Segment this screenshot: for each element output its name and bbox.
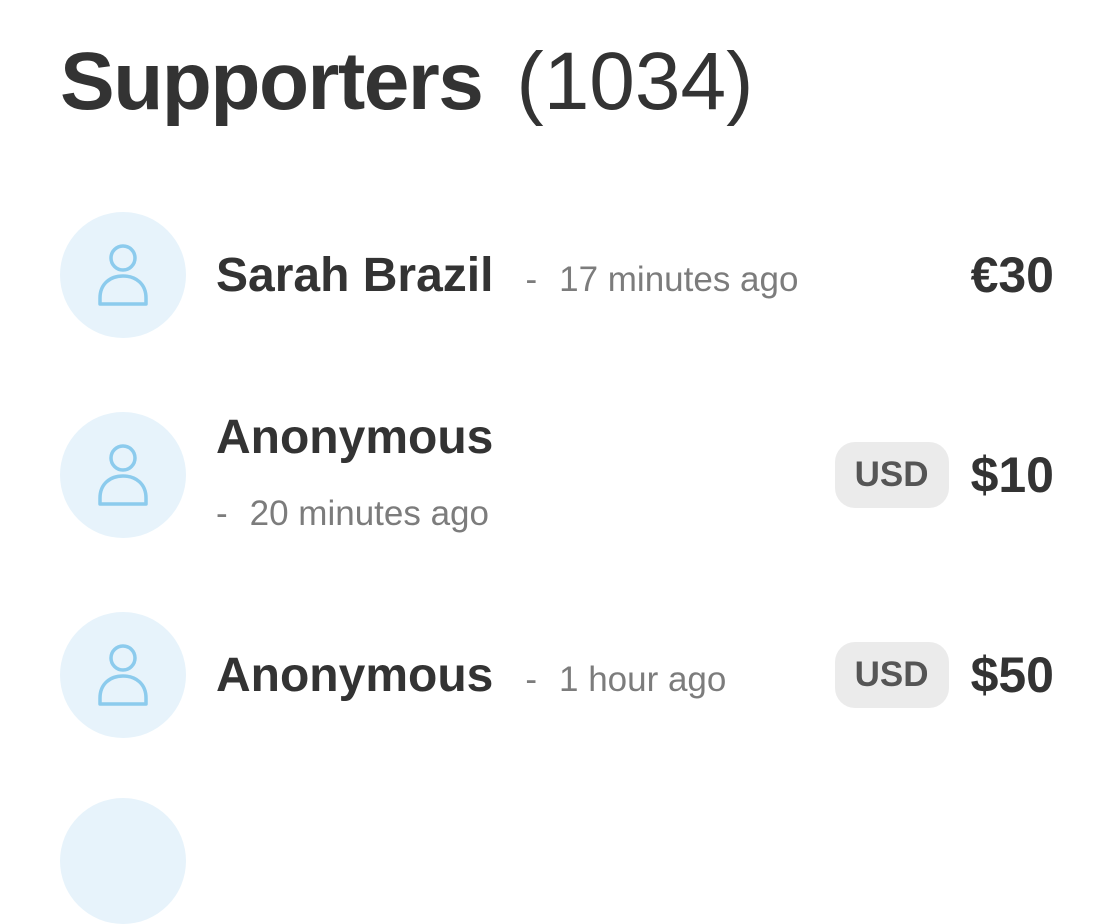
avatar (60, 612, 186, 738)
currency-badge: USD (834, 442, 949, 508)
supporter-row[interactable]: Sarah Brazil -17 minutes ago €30 (60, 212, 1054, 338)
avatar (60, 412, 186, 538)
supporter-name: Anonymous (216, 411, 494, 464)
user-icon (98, 644, 148, 706)
donation-amount: $50 (970, 647, 1054, 703)
donation-time: -17 minutes ago (525, 260, 799, 299)
supporter-name: Anonymous (216, 648, 494, 702)
supporter-name: Sarah Brazil (216, 248, 494, 302)
page-title: Supporters (60, 36, 484, 127)
donation-amount: €30 (970, 247, 1054, 303)
supporter-row[interactable]: Anonymous -1 hour ago USD $50 (60, 612, 1054, 738)
user-icon (98, 244, 148, 306)
donation-time: -1 hour ago (525, 660, 727, 699)
supporter-row[interactable] (60, 798, 1054, 924)
avatar (60, 798, 186, 924)
supporters-header: Supporters (1034) (60, 32, 753, 132)
supporter-count: (1034) (516, 36, 754, 127)
donation-amount: $10 (970, 447, 1054, 503)
donation-time: -20 minutes ago (216, 494, 489, 533)
supporters-panel: Supporters (1034) Sarah Brazil -17 minut… (60, 0, 1054, 924)
avatar (60, 212, 186, 338)
supporter-row[interactable]: Anonymous -20 minutes ago USD $10 (60, 411, 1054, 538)
user-icon (98, 444, 148, 506)
currency-badge: USD (834, 642, 949, 708)
